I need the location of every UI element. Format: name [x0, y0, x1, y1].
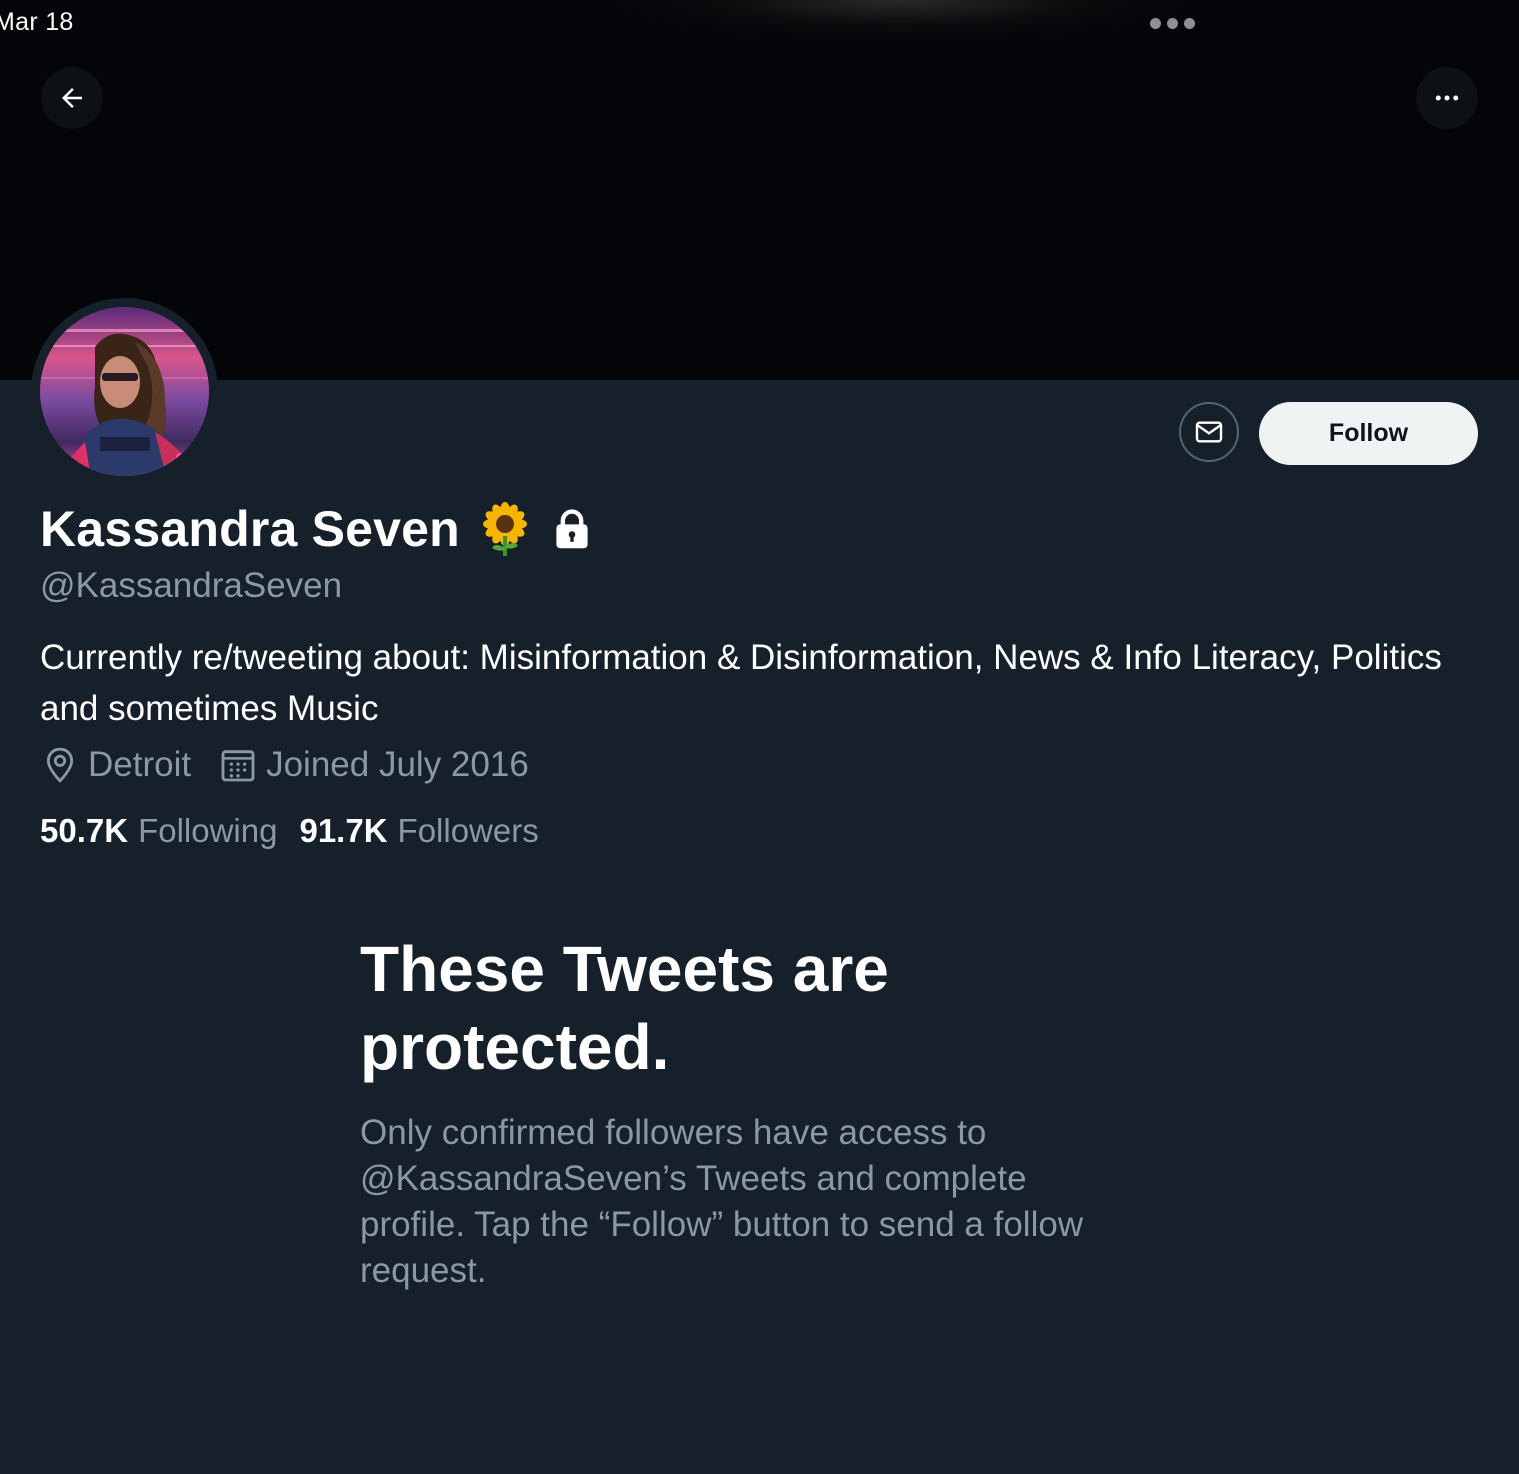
multitasking-dots-icon[interactable]	[1150, 18, 1195, 29]
location-item: Detroit	[40, 745, 191, 785]
profile-bio: Currently re/tweeting about: Misinformat…	[40, 638, 1442, 728]
avatar-frame[interactable]	[31, 298, 218, 485]
joined-item: Joined July 2016	[218, 745, 529, 785]
followers-label: Followers	[397, 812, 539, 849]
arrow-left-icon	[62, 88, 82, 108]
followers-count: 91.7K	[299, 812, 388, 849]
banner-image-glow	[620, 0, 1180, 40]
profile-stats: 50.7K Following 91.7K Followers	[40, 812, 539, 850]
envelope-icon	[1195, 421, 1223, 443]
profile-name-row: Kassandra Seven	[40, 500, 594, 558]
status-bar-time: Mar 18	[0, 8, 74, 36]
profile-page: Mar 18 Follow Kassandra Seven @Kassandra…	[0, 0, 1519, 1474]
profile-handle: @KassandraSeven	[40, 566, 343, 605]
profile-meta: Detroit Joined July 2016	[40, 745, 529, 785]
joined-text: Joined July 2016	[266, 745, 529, 784]
profile-banner: Mar 18	[0, 0, 1519, 380]
location-pin-icon	[40, 745, 80, 785]
following-label: Following	[138, 812, 278, 849]
lock-icon	[550, 507, 594, 551]
back-button[interactable]	[41, 67, 103, 129]
more-horizontal-icon	[1435, 95, 1459, 101]
more-options-button[interactable]	[1416, 67, 1478, 129]
follow-button[interactable]: Follow	[1259, 402, 1478, 465]
avatar-illustration	[40, 307, 209, 476]
avatar[interactable]	[40, 307, 209, 476]
message-button[interactable]	[1179, 402, 1239, 462]
display-name: Kassandra Seven	[40, 501, 460, 557]
sunflower-icon	[480, 502, 530, 556]
calendar-icon	[218, 745, 258, 785]
followers-link[interactable]: 91.7K Followers	[299, 812, 538, 850]
location-text: Detroit	[88, 745, 192, 784]
protected-notice-title: These Tweets are protected.	[360, 933, 889, 1083]
following-link[interactable]: 50.7K Following	[40, 812, 277, 850]
protected-notice-description: Only confirmed followers have access to …	[360, 1113, 1084, 1290]
following-count: 50.7K	[40, 812, 129, 849]
